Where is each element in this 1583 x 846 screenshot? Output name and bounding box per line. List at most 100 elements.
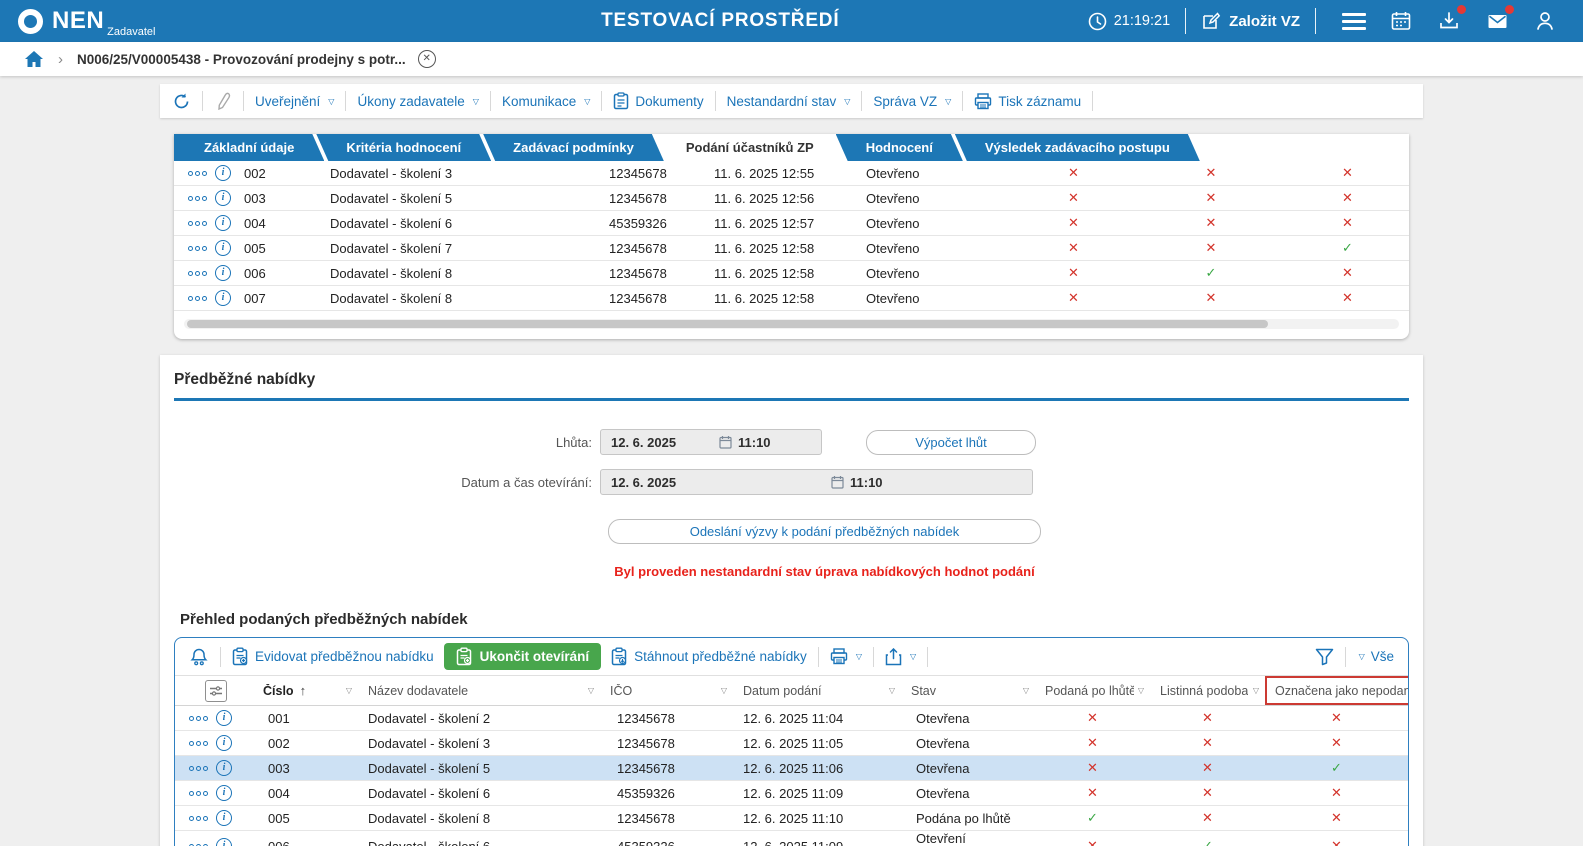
printer-icon <box>830 648 848 665</box>
filter-funnel-icon[interactable] <box>1315 648 1334 666</box>
user-profile-icon[interactable] <box>1532 8 1558 34</box>
cross-icon: ✕ <box>1205 240 1217 255</box>
info-icon[interactable]: i <box>215 290 231 306</box>
row-actions-icon[interactable] <box>189 715 208 721</box>
section-rule <box>174 398 1409 401</box>
offer-row-004[interactable]: i 004 Dodavatel - školení 6 45359326 12.… <box>175 781 1408 806</box>
offer-row-001[interactable]: i 001 Dodavatel - školení 2 12345678 12.… <box>175 706 1408 731</box>
row-actions-icon[interactable] <box>188 220 207 226</box>
info-icon[interactable]: i <box>215 240 231 256</box>
cell-number: 007 <box>244 290 266 306</box>
info-icon[interactable]: i <box>216 810 232 826</box>
cell-supplier: Dodavatel - školení 6 <box>368 838 491 846</box>
print-table-button[interactable]: ▽ <box>830 648 862 665</box>
home-icon[interactable] <box>24 50 44 68</box>
tab-5[interactable]: Hodnocení <box>836 134 963 161</box>
offer-row-002[interactable]: i 002 Dodavatel - školení 3 12345678 12.… <box>175 731 1408 756</box>
column-filter-icon[interactable]: ▽ <box>1134 686 1144 695</box>
export-button[interactable]: ▽ <box>885 647 917 666</box>
column-header-3[interactable]: IČO ▽ <box>600 676 733 705</box>
tab-3[interactable]: Zadávací podmínky <box>483 134 664 161</box>
menu-nonstandard-state[interactable]: Nestandardní stav ▽ <box>727 94 851 109</box>
edit-button[interactable] <box>214 92 232 110</box>
row-actions-icon[interactable] <box>189 740 208 746</box>
row-actions-icon[interactable] <box>188 245 207 251</box>
row-actions-icon[interactable] <box>189 765 208 771</box>
breadcrumb-item[interactable]: N006/25/V00005438 - Provozování prodejny… <box>77 52 406 67</box>
info-icon[interactable]: i <box>216 785 232 801</box>
column-header-2[interactable]: Název dodavatele ▽ <box>358 676 600 705</box>
register-offer-button[interactable]: Evidovat předběžnou nabídku <box>232 647 434 666</box>
tab-4[interactable]: Podání účastníků ZP <box>655 134 844 161</box>
column-filter-icon[interactable]: ▽ <box>885 686 895 695</box>
info-icon[interactable]: i <box>216 735 232 751</box>
tab-6[interactable]: Výsledek zadávacího postupu <box>955 134 1200 161</box>
column-header-7[interactable]: Listinná podoba ▽ <box>1150 676 1265 705</box>
column-header-1[interactable]: Číslo ↑ ▽ <box>253 676 358 705</box>
menu-documents[interactable]: Dokumenty <box>613 92 704 110</box>
column-filter-icon[interactable]: ▽ <box>1019 686 1029 695</box>
column-filter-icon[interactable]: ▽ <box>717 686 727 695</box>
row-actions-icon[interactable] <box>189 790 208 796</box>
menu-vz-admin[interactable]: Správa VZ ▽ <box>873 94 951 109</box>
filter-scope-select[interactable]: ▽ Vše <box>1357 649 1394 664</box>
info-icon[interactable]: i <box>216 838 232 846</box>
participant-row-004[interactable]: i 004 Dodavatel - školení 6 45359326 11.… <box>174 211 1409 236</box>
info-icon[interactable]: i <box>215 190 231 206</box>
info-icon[interactable]: i <box>215 165 231 181</box>
row-actions-icon[interactable] <box>188 295 207 301</box>
row-actions-icon[interactable] <box>189 815 208 821</box>
refresh-button[interactable] <box>172 92 191 111</box>
row-actions-icon[interactable] <box>188 195 207 201</box>
column-filter-icon[interactable]: ▽ <box>584 686 594 695</box>
participant-row-007[interactable]: i 007 Dodavatel - školení 8 12345678 11.… <box>174 286 1409 311</box>
menu-communication[interactable]: Komunikace ▽ <box>502 94 590 109</box>
row-actions-icon[interactable] <box>188 270 207 276</box>
offer-row-006[interactable]: i 006 Dodavatel - školení 6 45359326 12.… <box>175 831 1408 846</box>
chevron-down-icon: ▽ <box>855 652 862 661</box>
tab-1[interactable]: Základní údaje <box>174 134 324 161</box>
column-filter-icon[interactable]: ▽ <box>1249 686 1259 695</box>
finish-opening-button[interactable]: Ukončit otevírání <box>443 643 602 670</box>
calendar-icon[interactable] <box>1388 8 1414 34</box>
offer-row-003[interactable]: i 003 Dodavatel - školení 5 12345678 12.… <box>175 756 1408 781</box>
create-vz-label: Založit VZ <box>1229 12 1300 30</box>
create-vz-button[interactable]: Založit VZ <box>1201 11 1300 31</box>
info-icon[interactable]: i <box>215 265 231 281</box>
cell-status: Otevřena <box>916 710 970 726</box>
chevron-down-icon: ▽ <box>909 652 917 661</box>
downloads-icon[interactable] <box>1436 5 1466 34</box>
tab-2[interactable]: Kritéria hodnocení <box>316 134 491 161</box>
menu-publish[interactable]: Uveřejnění ▽ <box>255 94 334 109</box>
close-record-icon[interactable]: ✕ <box>417 50 436 68</box>
send-call-button[interactable]: Odeslání výzvy k podání předběžných nabí… <box>608 519 1041 544</box>
messages-icon[interactable] <box>1484 5 1514 34</box>
participant-row-006[interactable]: i 006 Dodavatel - školení 8 12345678 11.… <box>174 261 1409 286</box>
main-content: Uveřejnění ▽ Úkony zadavatele ▽ Komunikace… <box>160 84 1423 846</box>
print-record-button[interactable]: Tisk záznamu <box>974 92 1081 110</box>
menu-icon[interactable] <box>1342 12 1366 30</box>
deadline-label: Lhůta: <box>555 434 592 450</box>
column-settings-icon[interactable] <box>205 679 227 702</box>
column-header-6[interactable]: Podaná po lhůtě ▽ <box>1035 676 1150 705</box>
column-header-4[interactable]: Datum podání ▽ <box>733 676 901 705</box>
participant-row-005[interactable]: i 005 Dodavatel - školení 7 12345678 11.… <box>174 236 1409 261</box>
info-icon[interactable]: i <box>216 760 232 776</box>
column-header-5[interactable]: Stav ▽ <box>901 676 1035 705</box>
info-icon[interactable]: i <box>215 215 231 231</box>
column-header-8[interactable]: Označena jako nepodaná▽ <box>1265 676 1408 705</box>
offer-row-005[interactable]: i 005 Dodavatel - školení 8 12345678 12.… <box>175 806 1408 831</box>
menu-contractor-actions[interactable]: Úkony zadavatele ▽ <box>357 94 478 109</box>
participant-row-003[interactable]: i 003 Dodavatel - školení 5 12345678 11.… <box>174 186 1409 211</box>
download-offers-button[interactable]: Stáhnout předběžné nabídky <box>611 647 807 666</box>
calc-deadlines-button[interactable]: Výpočet lhůt <box>866 429 1036 455</box>
cell-status: Otevřeno <box>866 240 920 256</box>
row-actions-icon[interactable] <box>188 170 207 176</box>
info-icon[interactable]: i <box>216 710 232 726</box>
opening-datetime-field[interactable]: 12. 6. 2025 11:10 <box>600 469 1033 495</box>
participant-row-002[interactable]: i 002 Dodavatel - školení 3 12345678 11.… <box>174 161 1409 186</box>
column-filter-icon[interactable]: ▽ <box>342 686 352 695</box>
deadline-datetime-field[interactable]: 12. 6. 2025 11:10 <box>600 429 822 455</box>
notification-bell-icon[interactable] <box>189 647 209 667</box>
scrollbar-thumb[interactable] <box>187 320 1269 328</box>
